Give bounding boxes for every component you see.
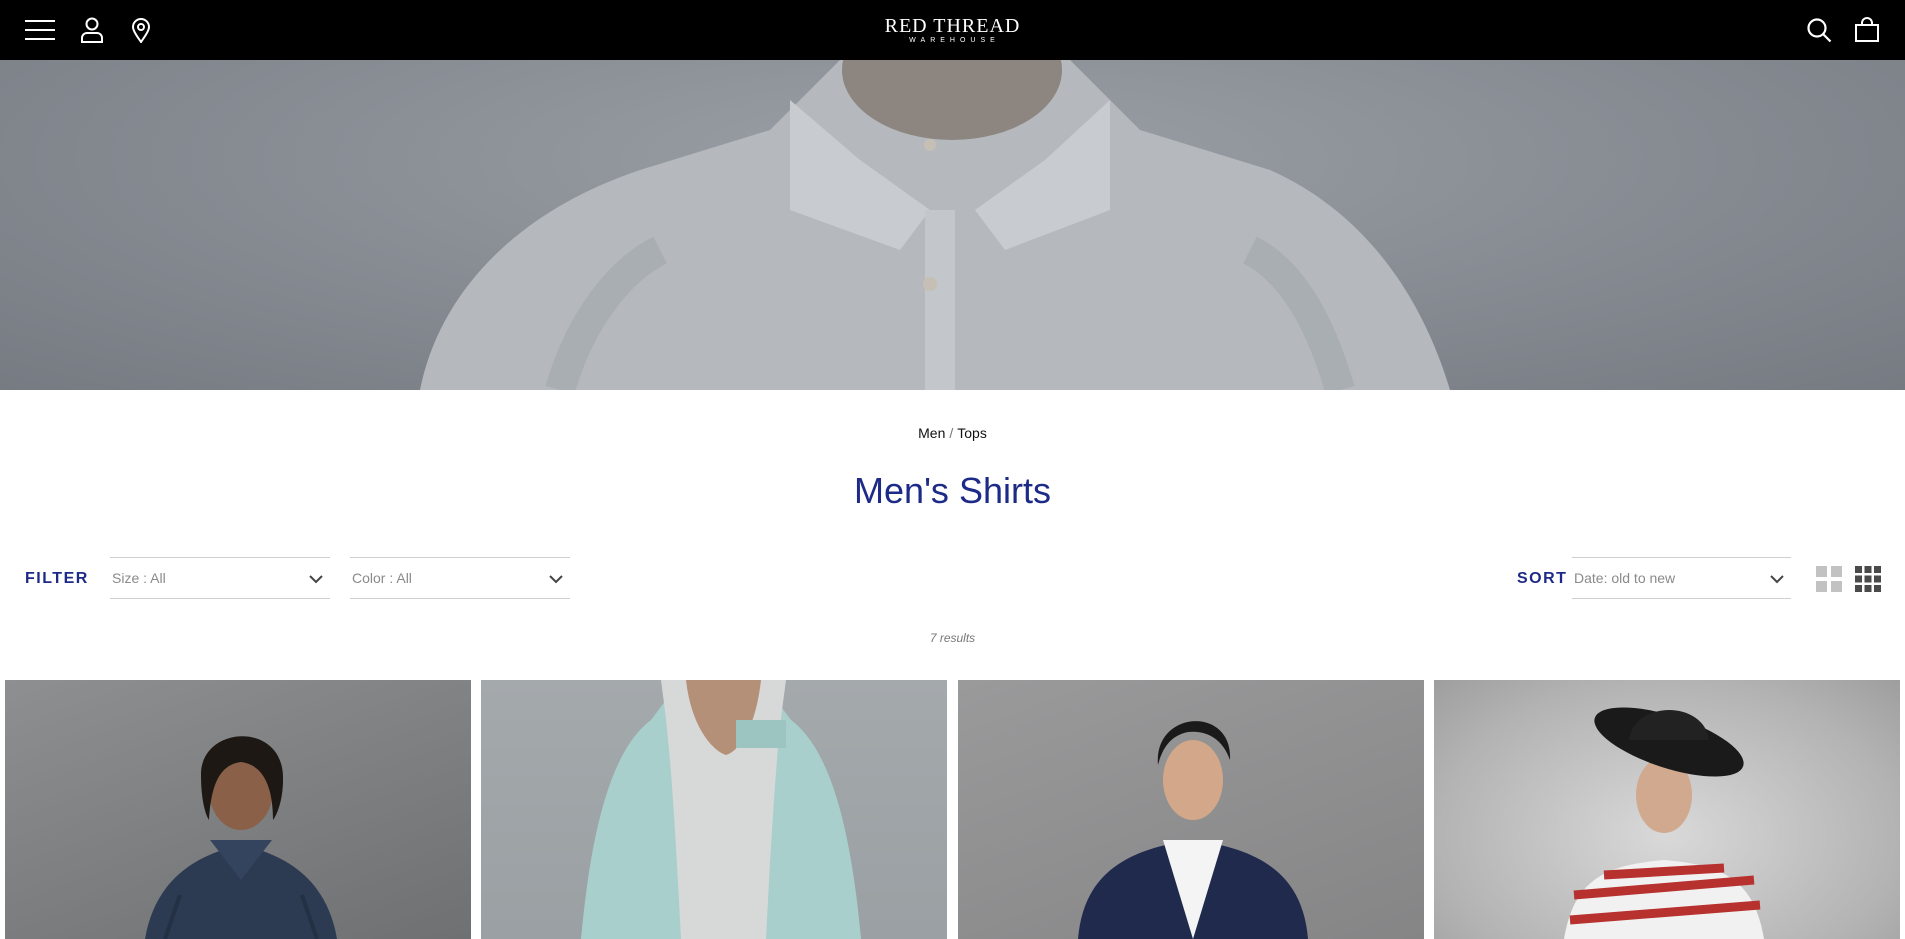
product-image [581, 680, 861, 939]
logo-main-text: RED THREAD [884, 15, 1021, 37]
breadcrumb: Men / Tops [0, 425, 1905, 441]
product-image [1564, 707, 1764, 939]
shopping-bag-icon[interactable] [1851, 14, 1883, 46]
chevron-down-icon [309, 575, 323, 584]
grid-three-column-icon[interactable] [1855, 566, 1881, 592]
chevron-down-icon [549, 575, 563, 584]
product-card[interactable] [958, 680, 1424, 939]
sort-dropdown[interactable]: Date: old to new [1572, 557, 1791, 599]
search-icon[interactable] [1803, 14, 1835, 46]
account-icon[interactable] [76, 14, 108, 46]
product-card[interactable] [1434, 680, 1900, 939]
breadcrumb-separator: / [949, 425, 954, 441]
product-image [1078, 721, 1308, 939]
logo-sub-text: WAREHOUSE [909, 37, 1000, 44]
page-title: Men's Shirts [854, 470, 1051, 511]
sort-label: SORT [1517, 570, 1568, 587]
filter-label: FILTER [25, 570, 89, 587]
color-filter-dropdown[interactable]: Color : All [350, 557, 570, 599]
breadcrumb-link-tops[interactable]: Tops [957, 425, 987, 441]
sort-value: Date: old to new [1574, 570, 1676, 586]
results-count: 7 results [929, 631, 976, 645]
size-filter-value: Size : All [112, 570, 166, 586]
hero-banner-image [0, 60, 1905, 390]
breadcrumb-link-men[interactable]: Men [918, 425, 945, 441]
brand-logo[interactable]: RED THREAD WAREHOUSE [885, 16, 1021, 45]
size-filter-dropdown[interactable]: Size : All [110, 557, 330, 599]
color-filter-value: Color : All [352, 570, 412, 586]
product-image [145, 736, 337, 939]
top-navigation-bar: RED THREAD WAREHOUSE [0, 0, 1905, 60]
chevron-down-icon [1770, 575, 1784, 584]
product-card[interactable] [5, 680, 471, 939]
location-pin-icon[interactable] [125, 14, 157, 46]
product-card[interactable] [481, 680, 947, 939]
menu-icon[interactable] [24, 14, 56, 46]
grid-two-column-icon[interactable] [1816, 566, 1842, 592]
